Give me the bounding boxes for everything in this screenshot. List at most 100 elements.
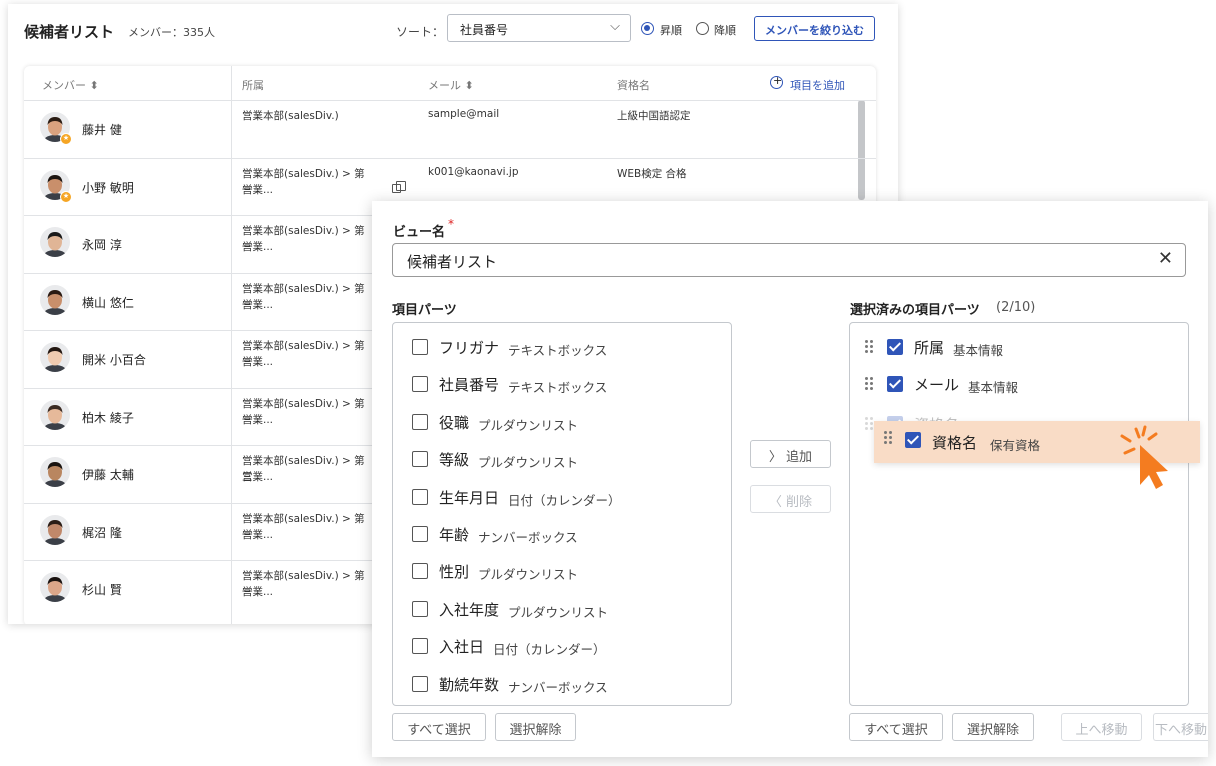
member-dept-more: 営業... bbox=[242, 356, 274, 368]
part-name: 等級 bbox=[439, 451, 470, 470]
add-circle-icon[interactable] bbox=[770, 74, 783, 89]
part-checkbox[interactable] bbox=[412, 675, 428, 692]
copy-icon[interactable] bbox=[392, 181, 406, 193]
member-name: 小野 敏明 bbox=[82, 180, 134, 195]
selected-select-all-button[interactable]: すべて選択 bbox=[849, 713, 943, 741]
part-name: フリガナ bbox=[439, 339, 500, 357]
part-type: ナンバーボックス bbox=[508, 679, 608, 695]
part-type: テキストボックス bbox=[508, 343, 608, 358]
member-dept: 営業本部(salesDiv.) bbox=[242, 110, 339, 122]
column-header-dept[interactable]: 所属 bbox=[242, 77, 264, 93]
part-checkbox[interactable] bbox=[412, 563, 428, 580]
column-header-qualification[interactable]: 資格名 bbox=[617, 77, 650, 93]
part-checkbox[interactable] bbox=[412, 451, 428, 468]
part-item[interactable]: 生年月日 日付（カレンダー） bbox=[412, 487, 712, 509]
parts-label: 項目パーツ bbox=[392, 303, 457, 318]
deselect-button[interactable]: 選択解除 bbox=[495, 713, 576, 741]
part-item[interactable]: フリガナ テキストボックス bbox=[412, 337, 712, 359]
part-checkbox[interactable] bbox=[412, 339, 428, 355]
view-name-input[interactable]: 候補者リスト ✕ bbox=[392, 243, 1186, 277]
sort-desc-label: 降順 bbox=[714, 24, 736, 37]
select-all-button[interactable]: すべて選択 bbox=[392, 713, 486, 741]
add-part-button[interactable]: 〉 追加 bbox=[750, 440, 831, 468]
sort-asc-radio[interactable] bbox=[641, 22, 654, 35]
part-item[interactable]: 勤続年数 ナンバーボックス bbox=[412, 674, 712, 696]
part-type: プルダウンリスト bbox=[478, 567, 579, 583]
sort-label: ソート： bbox=[396, 25, 445, 39]
column-header-mail[interactable]: メール ⬍ bbox=[428, 77, 474, 93]
star-badge-icon: ★ bbox=[60, 133, 72, 145]
filter-members-button[interactable]: メンバーを絞り込む bbox=[754, 16, 875, 41]
star-badge-icon: ★ bbox=[60, 190, 72, 203]
member-qualification: 上級中国語認定 bbox=[617, 110, 691, 122]
drag-handle-icon[interactable] bbox=[865, 340, 875, 354]
part-type: ナンバーボックス bbox=[478, 530, 578, 545]
member-name: 杉山 賢 bbox=[82, 583, 122, 597]
selected-part-type: 基本情報 bbox=[968, 380, 1019, 396]
avatar bbox=[40, 399, 70, 430]
avatar bbox=[40, 284, 70, 315]
selected-part-checkbox[interactable] bbox=[887, 339, 903, 355]
clear-icon[interactable]: ✕ bbox=[1158, 248, 1173, 269]
remove-part-button[interactable]: 〈 削除 bbox=[750, 485, 831, 513]
avatar bbox=[40, 572, 70, 602]
move-up-button[interactable]: 上へ移動 bbox=[1061, 713, 1142, 741]
member-dept-more: 営業... bbox=[242, 183, 274, 196]
sort-desc-radio[interactable] bbox=[696, 22, 709, 35]
part-item[interactable]: 社員番号 テキストボックス bbox=[412, 374, 712, 396]
member-name: 柏木 綾子 bbox=[82, 410, 134, 425]
member-name: 伊藤 太輔 bbox=[82, 468, 134, 482]
selected-part-item[interactable]: 所属 基本情報 bbox=[865, 337, 1187, 359]
part-checkbox[interactable] bbox=[412, 638, 428, 655]
part-item[interactable]: 入社日 日付（カレンダー） bbox=[412, 636, 712, 658]
part-checkbox[interactable] bbox=[412, 600, 428, 617]
member-mail: sample@mail bbox=[428, 108, 500, 120]
part-type: 日付（カレンダー） bbox=[493, 642, 606, 658]
member-name: 横山 悠仁 bbox=[82, 295, 134, 310]
part-checkbox[interactable] bbox=[412, 376, 428, 393]
part-item[interactable]: 役職 プルダウンリスト bbox=[412, 412, 712, 434]
member-name: 開米 小百合 bbox=[82, 353, 146, 367]
part-checkbox[interactable] bbox=[412, 488, 428, 505]
member-dept-more: 営業... bbox=[242, 586, 274, 598]
selected-deselect-button[interactable]: 選択解除 bbox=[952, 713, 1034, 741]
part-name: 社員番号 bbox=[439, 376, 500, 395]
part-checkbox[interactable] bbox=[412, 413, 428, 430]
member-dept-more: 営業... bbox=[242, 241, 274, 253]
view-name-label: ビュー名 bbox=[393, 225, 446, 240]
dragging-item-checkbox[interactable] bbox=[905, 432, 921, 448]
member-name: 永岡 淳 bbox=[82, 238, 122, 252]
column-header-member[interactable]: メンバー ⬍ bbox=[42, 77, 99, 93]
selected-part-checkbox[interactable] bbox=[887, 376, 903, 393]
selected-part-name: 所属 bbox=[914, 339, 945, 357]
member-dept-more: 営業... bbox=[242, 413, 274, 426]
dragging-item-type: 保有資格 bbox=[990, 438, 1041, 453]
part-type: プルダウンリスト bbox=[478, 455, 579, 471]
chevron-down-icon: ⌵ bbox=[610, 19, 620, 34]
part-item[interactable]: 入社年度 プルダウンリスト bbox=[412, 599, 712, 621]
sort-select[interactable]: 社員番号 ⌵ bbox=[447, 14, 631, 42]
part-name: 性別 bbox=[439, 563, 470, 582]
move-down-button[interactable]: 下へ移動 bbox=[1153, 713, 1208, 741]
part-item[interactable]: 等級 プルダウンリスト bbox=[412, 449, 712, 471]
selected-part-name: メール bbox=[914, 376, 960, 395]
member-count: メンバー：335人 bbox=[128, 26, 215, 39]
selected-part-item[interactable]: メール 基本情報 bbox=[865, 374, 1187, 396]
part-type: プルダウンリスト bbox=[508, 604, 609, 620]
table-row[interactable]: ★ 藤井 健 営業本部(salesDiv.) sample@mail 上級中国語認定 bbox=[24, 100, 876, 157]
view-name-value: 候補者リスト bbox=[407, 253, 498, 271]
part-name: 勤続年数 bbox=[439, 675, 500, 694]
part-item[interactable]: 年齢 ナンバーボックス bbox=[412, 524, 712, 546]
selected-parts-label: 選択済みの項目パーツ bbox=[850, 303, 980, 318]
part-checkbox[interactable] bbox=[412, 526, 428, 542]
avatar bbox=[40, 457, 70, 487]
drag-handle-icon[interactable] bbox=[884, 431, 894, 445]
part-name: 入社日 bbox=[439, 638, 485, 657]
drag-handle-icon[interactable] bbox=[865, 377, 875, 391]
selected-part-type: 基本情報 bbox=[953, 343, 1004, 358]
member-dept-more: 営業... bbox=[242, 528, 274, 541]
add-column-button[interactable]: 項目を追加 bbox=[790, 77, 845, 93]
part-item[interactable]: 性別 プルダウンリスト bbox=[412, 561, 712, 583]
member-dept-more: 営業... bbox=[242, 298, 274, 311]
member-qualification: WEB検定 合格 bbox=[617, 167, 687, 180]
